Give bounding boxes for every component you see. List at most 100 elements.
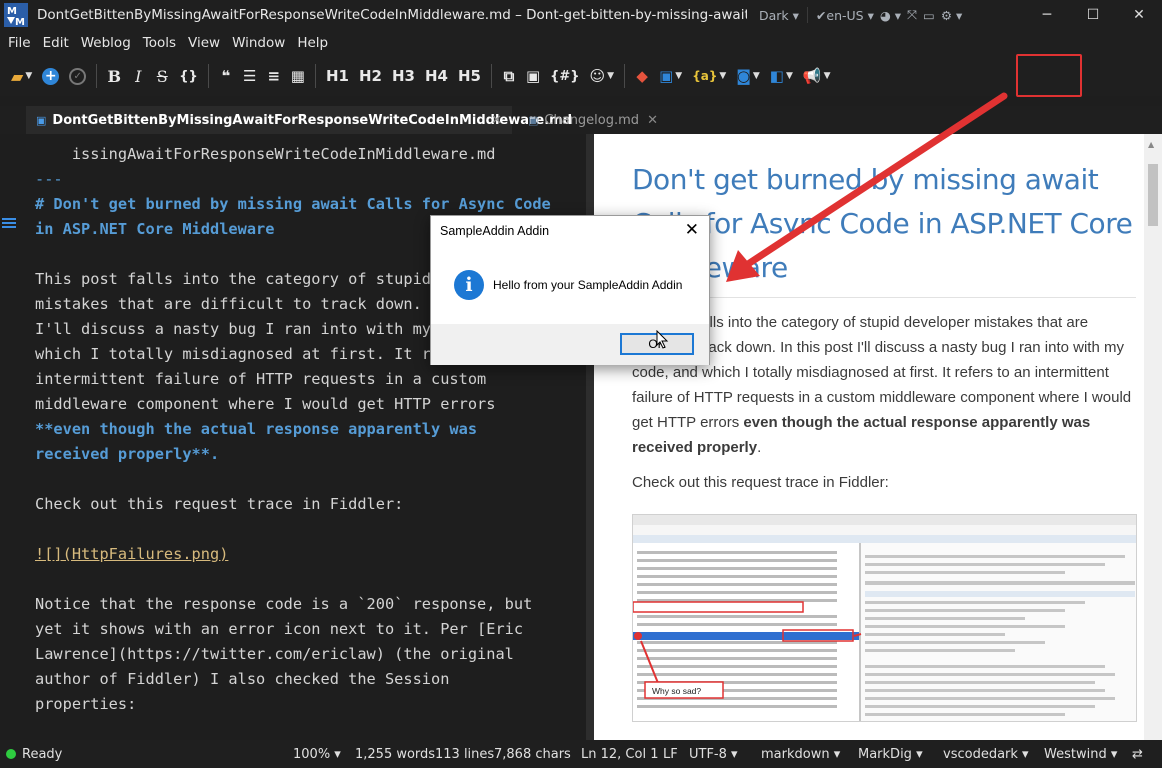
tab-changelog[interactable]: ▣ Changelog.md ✕ — [518, 106, 668, 134]
divider — [96, 64, 98, 88]
preview-scrollbar[interactable]: ▲ — [1144, 134, 1162, 740]
window-title: DontGetBittenByMissingAwaitForResponseWr… — [37, 7, 747, 23]
preview-text: . — [757, 439, 762, 456]
markdown-file-icon: ▣ — [528, 113, 539, 127]
menu-tools[interactable]: Tools — [137, 35, 182, 51]
divider — [806, 7, 808, 23]
cursor-position: Ln 12, Col 1 — [581, 747, 659, 762]
dialog-message: Hello from your SampleAddin Addin — [493, 278, 683, 292]
status-bar: Ready 100% ▾ 1,255 words 113 lines 7,868… — [0, 740, 1162, 768]
menu-window[interactable]: Window — [226, 35, 291, 51]
theme-label: Dark — [759, 7, 789, 23]
editor-line: in ASP.NET Core Middleware — [35, 220, 275, 238]
presentation-icon[interactable]: ▣ ▼ — [654, 61, 687, 91]
quote-icon[interactable]: ❝ — [214, 61, 238, 91]
menu-weblog[interactable]: Weblog — [75, 35, 137, 51]
dialog-close-icon[interactable]: ✕ — [685, 220, 699, 240]
editor-line: Check out this request trace in Fiddler: — [35, 495, 404, 513]
menu-edit[interactable]: Edit — [37, 35, 75, 51]
strikethrough-button[interactable]: S — [150, 61, 174, 91]
minimize-button[interactable]: ─ — [1024, 0, 1070, 30]
editor-line: ![](HttpFailures.png) — [35, 545, 229, 563]
editor-line: issingAwaitForResponseWriteCodeInMiddlew… — [35, 145, 496, 163]
git-icon[interactable]: ◆ — [630, 61, 654, 91]
addin-button-highlight — [1016, 54, 1082, 97]
preview-theme-selector[interactable]: Westwind ▾ — [1044, 747, 1117, 762]
maximize-button[interactable]: ☐ — [1070, 0, 1116, 30]
zoom-selector[interactable]: 100% ▾ — [293, 747, 341, 762]
scroll-thumb[interactable] — [1148, 164, 1158, 226]
syntax-selector[interactable]: markdown ▾ — [761, 747, 840, 762]
menu-file[interactable]: File — [2, 35, 37, 51]
mouse-cursor-icon — [656, 330, 669, 349]
fiddler-screenshot-image: Why so sad? — [632, 514, 1137, 722]
globe-icon[interactable]: ◕ ▾ — [880, 8, 901, 23]
h2-button[interactable]: H2 — [354, 61, 387, 91]
monitor-icon[interactable]: ▭ — [923, 8, 935, 23]
inline-code-button[interactable]: {} — [174, 61, 203, 91]
numbered-list-icon[interactable]: ≡ — [262, 61, 286, 91]
divider — [314, 64, 316, 88]
open-folder-icon[interactable]: ▰ ▼ — [6, 61, 37, 91]
menu-bar: File Edit Weblog Tools View Window Help — [0, 30, 1162, 56]
table-icon[interactable]: ▦ — [286, 61, 310, 91]
emoji-icon[interactable]: ☺ ▼ — [585, 61, 620, 91]
editor-line: yet it shows with an error icon next to … — [35, 620, 524, 638]
fullscreen-icon[interactable]: ⤧ — [907, 7, 917, 23]
link-icon[interactable]: ⧉ — [497, 61, 521, 91]
hamburger-menu-icon[interactable] — [2, 217, 16, 233]
theme-selector[interactable]: Dark ▾ — [759, 8, 799, 23]
line-ending[interactable]: LF — [663, 747, 678, 762]
editor-line: --- — [35, 170, 63, 188]
h3-button[interactable]: H3 — [387, 61, 420, 91]
editor-line: intermittent failure of HTTP requests in… — [35, 370, 487, 388]
status-ok-icon — [6, 749, 16, 759]
preview-theme-label: Westwind — [1044, 747, 1107, 762]
code-addin-icon[interactable]: {a} ▼ — [687, 61, 731, 91]
sync-icon[interactable]: ⇄ — [1132, 747, 1143, 762]
h4-button[interactable]: H4 — [420, 61, 453, 91]
close-window-button[interactable]: ✕ — [1116, 0, 1162, 30]
settings-gear-icon[interactable]: ⚙ ▾ — [941, 8, 962, 23]
markdown-file-icon: ▣ — [36, 113, 47, 127]
divider — [624, 64, 626, 88]
h1-button[interactable]: H1 — [321, 61, 354, 91]
char-count: 7,868 chars — [494, 747, 571, 762]
parser-selector[interactable]: MarkDig ▾ — [858, 747, 923, 762]
h5-button[interactable]: H5 — [453, 61, 486, 91]
italic-button[interactable]: I — [126, 61, 150, 91]
line-count: 113 lines — [435, 747, 495, 762]
preview-paragraph: Check out this request trace in Fiddler: — [632, 474, 889, 491]
menu-view[interactable]: View — [182, 35, 226, 51]
status-ready: Ready — [22, 747, 63, 762]
editor-theme-selector[interactable]: vscodedark ▾ — [943, 747, 1029, 762]
editor-line: Lawrence](https://twitter.com/ericlaw) (… — [35, 645, 514, 663]
scroll-up-icon[interactable]: ▲ — [1148, 140, 1154, 149]
document-convert-icon[interactable]: ◧ ▼ — [765, 61, 798, 91]
close-tab-icon[interactable]: ✕ — [491, 113, 502, 128]
editor-theme-label: vscodedark — [943, 747, 1018, 762]
save-icon[interactable]: ✓ — [64, 61, 91, 91]
editor-line: **even though the actual response appare… — [35, 420, 478, 438]
image-icon[interactable]: ▣ — [521, 61, 545, 91]
parser-label: MarkDig — [858, 747, 912, 762]
spellcheck-language-selector[interactable]: ✔en-US ▾ — [816, 8, 874, 23]
editor-line: received properly**. — [35, 445, 220, 463]
bold-button[interactable]: B — [102, 61, 126, 91]
snippet-button[interactable]: {#} — [545, 61, 584, 91]
syntax-label: markdown — [761, 747, 830, 762]
menu-help[interactable]: Help — [291, 35, 334, 51]
tab-label: Changelog.md — [544, 112, 640, 128]
editor-line: Notice that the response code is a `200`… — [35, 595, 533, 613]
editor-line: middleware component where I would get H… — [35, 395, 496, 413]
info-icon: i — [454, 270, 484, 300]
megaphone-addin-icon[interactable]: 📢 ▼ — [798, 61, 836, 91]
close-tab-icon[interactable]: ✕ — [647, 113, 658, 128]
bullet-list-icon[interactable]: ☰ — [238, 61, 262, 91]
new-document-icon[interactable]: + — [37, 61, 64, 91]
rss-icon[interactable]: ◙ ▼ — [731, 61, 764, 91]
addin-message-dialog: SampleAddin Addin ✕ i Hello from your Sa… — [430, 215, 710, 365]
editor-line: # Don't get burned by missing await Call… — [35, 195, 551, 213]
tab-active-document[interactable]: ▣ DontGetBittenByMissingAwaitForResponse… — [26, 106, 572, 134]
encoding-selector[interactable]: UTF-8 ▾ — [689, 747, 738, 762]
